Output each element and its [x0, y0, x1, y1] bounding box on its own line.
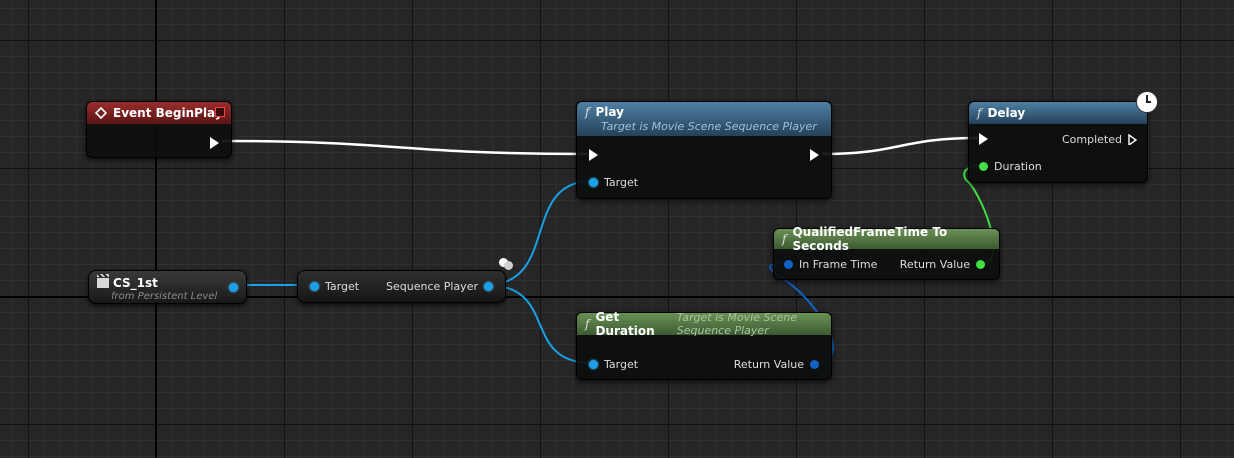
delay-header: f Delay — [969, 102, 1147, 124]
latent-clock-icon — [1136, 91, 1158, 113]
cs1st-variable-node[interactable]: CS_1st from Persistent Level — [88, 270, 247, 304]
play-subtitle: Target is Movie Scene Sequence Player — [601, 120, 817, 133]
play-exec-in-pin[interactable] — [589, 147, 598, 163]
object-pin-icon — [229, 282, 238, 292]
play-target-pin[interactable]: Target — [589, 174, 638, 190]
function-icon: f — [782, 232, 787, 246]
object-pin-icon — [310, 281, 319, 291]
play-exec-out-pin[interactable] — [810, 147, 819, 163]
qualified-return-label: Return Value — [899, 257, 970, 271]
float-pin-icon — [979, 161, 988, 171]
cast-output-pin[interactable]: Sequence Player — [386, 278, 493, 294]
object-wire-cast-to-play[interactable] — [485, 180, 593, 286]
function-icon: f — [585, 317, 590, 331]
qualified-input-pin[interactable]: In Frame Time — [784, 256, 877, 272]
exec-out-icon — [210, 137, 219, 149]
exec-out-icon — [810, 149, 819, 161]
event-delegate-icon — [215, 107, 225, 117]
delay-duration-label: Duration — [994, 159, 1042, 173]
cs1st-output-pin[interactable] — [229, 279, 238, 295]
exec-in-icon — [589, 149, 598, 161]
delay-title: Delay — [987, 106, 1026, 120]
qualified-title: QualifiedFrameTime To Seconds — [792, 225, 948, 253]
cs1st-title: CS_1st — [113, 276, 158, 290]
play-function-node[interactable]: f Play Target is Movie Scene Sequence Pl… — [576, 101, 832, 199]
get-duration-title: Get Duration — [595, 310, 655, 338]
get-duration-function-node[interactable]: f Get Duration Target is Movie Scene Seq… — [576, 310, 832, 380]
delay-exec-in-pin[interactable] — [979, 131, 988, 147]
cs1st-title-row: CS_1st — [97, 274, 158, 290]
get-duration-target-pin[interactable]: Target — [589, 356, 638, 372]
event-beginplay-node[interactable]: Event BeginPlay — [86, 101, 232, 158]
get-duration-return-label: Return Value — [733, 357, 804, 371]
wire-layer — [221, 136, 995, 364]
get-duration-subtitle: Target is Movie Scene Sequence Player — [676, 311, 797, 337]
qualified-frame-time-node[interactable]: f QualifiedFrameTime To Seconds In Frame… — [773, 225, 1000, 280]
struct-pin-icon — [784, 259, 793, 269]
cs1st-subtitle: from Persistent Level — [111, 291, 218, 302]
object-pin-icon — [589, 177, 598, 187]
get-duration-return-pin[interactable]: Return Value — [734, 356, 819, 372]
cast-output-label: Sequence Player — [386, 279, 478, 293]
object-pin-icon — [589, 359, 598, 369]
cast-context-icon — [499, 257, 513, 270]
event-beginplay-title: Event BeginPlay — [113, 106, 223, 120]
beginplay-exec-out-pin[interactable] — [210, 135, 219, 151]
qualified-header: f QualifiedFrameTime To Seconds — [774, 225, 999, 253]
exec-out-outline-icon — [1128, 133, 1137, 145]
struct-pin-icon — [810, 359, 819, 369]
get-duration-target-label: Target — [604, 357, 639, 371]
function-icon: f — [977, 106, 982, 120]
cast-target-pin[interactable]: Target — [310, 278, 359, 294]
float-pin-icon — [976, 259, 985, 269]
object-pin-icon — [484, 281, 493, 291]
delay-function-node[interactable]: f Delay Completed Duration — [968, 101, 1148, 183]
cast-target-label: Target — [325, 279, 360, 293]
delay-completed-pin[interactable]: Completed — [1062, 131, 1137, 147]
qualified-input-label: In Frame Time — [799, 257, 878, 271]
function-icon: f — [585, 105, 590, 119]
play-header: f Play Target is Movie Scene Sequence Pl… — [577, 102, 831, 136]
clapperboard-icon — [97, 274, 109, 288]
delay-duration-pin[interactable]: Duration — [979, 158, 1042, 174]
qualified-return-pin[interactable]: Return Value — [900, 256, 985, 272]
delay-completed-label: Completed — [1062, 132, 1122, 146]
get-duration-header: f Get Duration Target is Movie Scene Seq… — [577, 310, 831, 338]
play-target-label: Target — [604, 175, 639, 189]
play-title: Play — [595, 105, 624, 119]
event-diamond-icon — [95, 107, 107, 119]
exec-wire-beginplay-to-play[interactable] — [221, 139, 589, 156]
exec-in-icon — [979, 133, 988, 145]
exec-wire-play-to-delay[interactable] — [821, 136, 979, 156]
sequence-player-node[interactable]: Target Sequence Player — [297, 270, 506, 303]
event-beginplay-header: Event BeginPlay — [87, 102, 231, 124]
